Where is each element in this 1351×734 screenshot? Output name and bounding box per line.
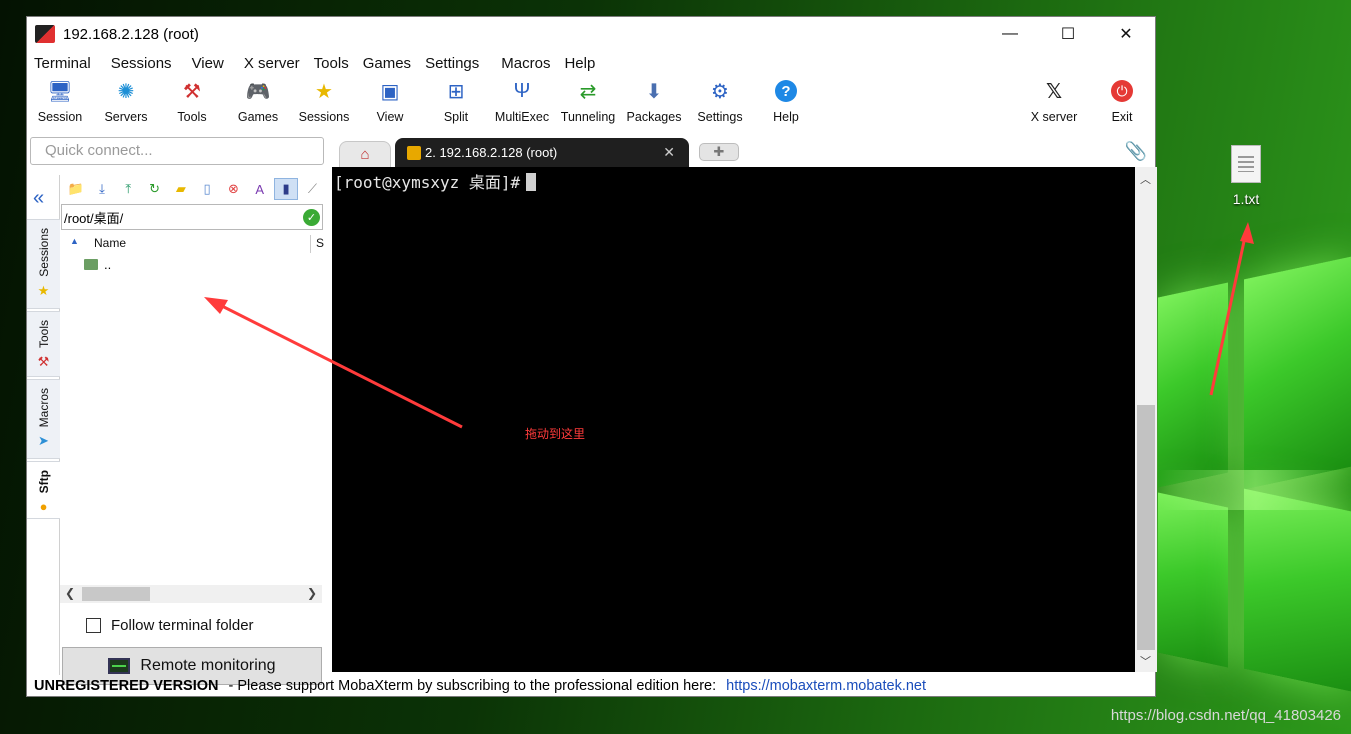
arrowhead <box>1240 222 1254 244</box>
annotation-arrows <box>204 222 1254 429</box>
arrow-from-file <box>1209 231 1248 396</box>
arrowhead <box>204 297 228 314</box>
arrow-to-sftp <box>213 300 463 429</box>
